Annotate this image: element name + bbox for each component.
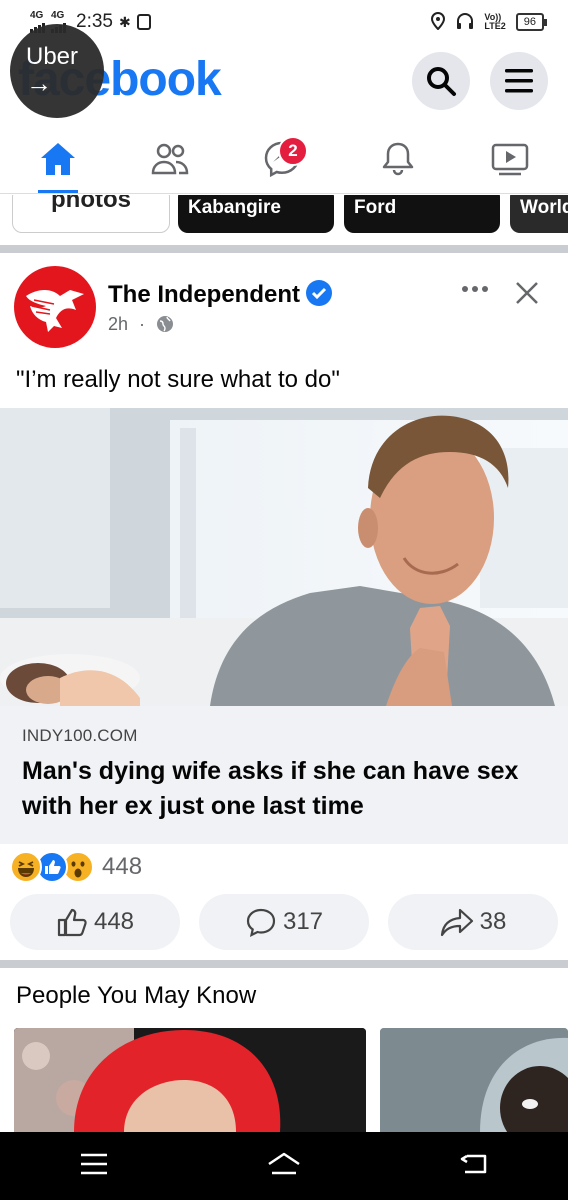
story-chip-label: Kabangire: [188, 197, 281, 218]
status-right: Vo)) LTE2 96: [430, 11, 548, 33]
post-meta: 2h ·: [108, 314, 174, 335]
page-name-text: The Independent: [108, 281, 300, 308]
story-chip[interactable]: photos: [12, 195, 170, 233]
gear-icon: ✱: [118, 13, 131, 30]
haha-reaction-icon: [10, 851, 42, 883]
meta-separator: ·: [139, 314, 146, 334]
tab-home[interactable]: [28, 134, 88, 184]
photo-illustration: [0, 408, 568, 706]
link-title: Man's dying wife asks if she can have se…: [22, 757, 519, 820]
post-text: "I’m really not sure what to do": [16, 366, 340, 393]
share-count: 38: [479, 908, 507, 935]
story-chip[interactable]: Kabangire: [178, 195, 334, 233]
share-icon: [440, 908, 473, 937]
pymk-profile-photo: [14, 1028, 366, 1132]
back-icon: [461, 1154, 487, 1173]
page-name[interactable]: The Independent: [108, 280, 332, 309]
watch-icon: [491, 143, 529, 176]
pymk-card[interactable]: [14, 1028, 366, 1132]
story-chip-label: World: [520, 197, 568, 218]
reactions-summary[interactable]: 448: [10, 848, 142, 886]
recent-apps-button[interactable]: [79, 1153, 109, 1180]
story-chip-label: Ford: [354, 197, 397, 218]
tab-watch[interactable]: [480, 134, 540, 184]
lte-label: LTE2: [484, 21, 506, 31]
search-icon: [427, 67, 456, 96]
thumbs-up-icon: [57, 908, 87, 937]
comment-icon: [246, 908, 276, 937]
pymk-title: People You May Know: [16, 982, 257, 1009]
clock: 2:35: [76, 11, 113, 32]
menu-icon: [505, 69, 533, 93]
pymk-profile-photo: [380, 1028, 568, 1132]
search-button[interactable]: [412, 52, 470, 110]
pymk-card[interactable]: [380, 1028, 568, 1132]
hide-post-button[interactable]: [514, 280, 540, 311]
back-button[interactable]: [459, 1152, 489, 1181]
verified-badge-icon: [306, 280, 332, 306]
section-divider: [0, 960, 568, 968]
post-image[interactable]: [0, 408, 568, 706]
arrow-right-icon: →: [26, 68, 52, 98]
share-button[interactable]: 38: [388, 894, 558, 950]
tab-notifications[interactable]: [368, 134, 428, 184]
bell-icon: [382, 142, 414, 176]
shield-icon: [136, 14, 151, 30]
story-chip[interactable]: World: [510, 195, 568, 233]
home-outline-icon: [268, 1152, 300, 1174]
story-chip[interactable]: Ford: [344, 195, 500, 233]
tab-messenger[interactable]: 2: [252, 134, 312, 184]
stories-strip: photos Kabangire Ford World: [0, 195, 568, 245]
comment-count: 317: [282, 908, 324, 935]
home-nav-button[interactable]: [266, 1151, 302, 1182]
headphones-icon: [456, 12, 474, 33]
tab-friends[interactable]: [140, 134, 200, 184]
messenger-badge: 2: [278, 136, 308, 166]
friends-icon: [151, 143, 189, 175]
home-icon: [41, 143, 75, 175]
like-button[interactable]: 448: [10, 894, 180, 950]
menu-button[interactable]: [490, 52, 548, 110]
section-divider: [0, 245, 568, 253]
independent-avatar[interactable]: [14, 266, 96, 348]
system-nav-bar: [0, 1132, 568, 1200]
location-icon: [430, 11, 446, 33]
uber-chat-bubble[interactable]: Uber →: [10, 24, 104, 118]
eagle-logo-icon: [26, 290, 84, 332]
active-tab-indicator: [38, 190, 78, 193]
post-time[interactable]: 2h: [108, 314, 128, 334]
story-chip-label: photos: [51, 195, 131, 213]
reaction-count: 448: [102, 853, 143, 880]
more-dots-icon: [462, 286, 488, 292]
main-nav: 2: [0, 124, 568, 194]
battery-icon: 96: [515, 13, 548, 31]
menu-lines-icon: [80, 1153, 107, 1174]
post-actions: 448 317 38: [10, 894, 558, 952]
network-type-2: 4G: [51, 10, 65, 21]
link-preview[interactable]: INDY100.COM Man's dying wife asks if she…: [0, 706, 568, 844]
post-header: The Independent 2h ·: [0, 266, 568, 348]
close-icon: [516, 282, 538, 304]
comment-button[interactable]: 317: [199, 894, 369, 950]
like-count: 448: [93, 908, 135, 935]
uber-label: Uber: [26, 43, 79, 70]
network-type-1: 4G: [30, 10, 44, 21]
more-options-button[interactable]: [462, 286, 488, 292]
volte-indicator: Vo)) LTE2: [484, 13, 505, 31]
link-domain: INDY100.COM: [22, 726, 138, 745]
globe-icon: [157, 316, 174, 332]
